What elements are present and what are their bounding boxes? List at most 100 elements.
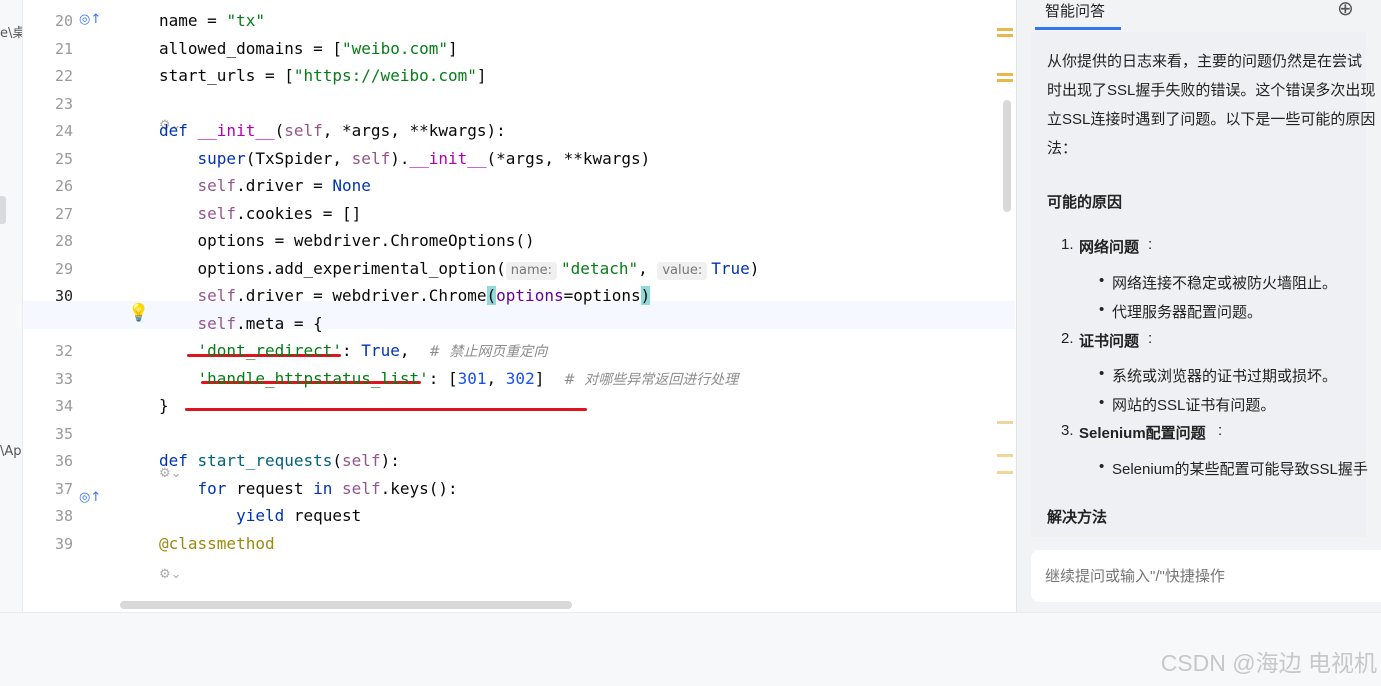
line-number: 29: [54, 259, 73, 278]
bullet-dot: •: [1099, 365, 1105, 382]
add-icon[interactable]: ⊕: [1337, 0, 1354, 20]
code-token: 301: [457, 368, 487, 388]
line-number: 33: [54, 369, 73, 388]
scroll-marker: [997, 471, 1013, 474]
run-gutter-icon[interactable]: ◎↑: [79, 490, 101, 505]
bullet-dot: •: [1099, 301, 1105, 318]
code-token: .keys():: [380, 478, 458, 498]
answer-paragraph-line: 时出现了SSL握手失败的错误。这个错误多次出现: [1047, 82, 1376, 99]
scroll-marker: [997, 454, 1013, 457]
prompt-input[interactable]: [1043, 567, 1377, 586]
path-fragment: e\桌: [0, 26, 23, 41]
code-token: , *args, **kwargs):: [322, 121, 506, 140]
code-token: ,: [486, 368, 506, 388]
code-line: self.driver = None: [159, 176, 371, 196]
code-token: (: [332, 451, 343, 470]
bullet-dot: •: [1099, 394, 1105, 411]
code-token: (: [274, 121, 285, 140]
code-token: None: [332, 176, 371, 195]
code-line: }: [159, 396, 169, 416]
line-number: 37: [54, 479, 73, 498]
line-number: 35: [54, 424, 73, 443]
code-token: True: [711, 258, 750, 278]
code-editor[interactable]: 2021222324252627282930313233343536373839…: [23, 0, 1015, 612]
horizontal-scrollbar[interactable]: [120, 601, 572, 609]
bullet-dot: •: [1099, 458, 1105, 475]
code-token: self: [284, 121, 323, 140]
line-number: 20: [54, 12, 73, 30]
code-token: for: [197, 478, 227, 498]
left-tool-strip: e\桌 \Ap: [0, 0, 23, 612]
code-token: __init__: [197, 121, 275, 140]
colon: :: [1148, 330, 1153, 347]
section-heading: 可能的原因: [1047, 194, 1123, 211]
code-token: ):: [380, 451, 400, 470]
scroll-marker: [997, 73, 1013, 76]
code-token: start_urls = [: [159, 66, 294, 85]
list-item-title: 证书问题: [1079, 333, 1140, 350]
code-token: start_requests: [197, 451, 333, 470]
scroll-marker: [997, 79, 1013, 82]
line-number: 26: [54, 177, 73, 195]
code-token: request: [284, 506, 362, 525]
code-line: for request in self.keys():: [159, 479, 458, 499]
code-token: (TxSpider,: [245, 148, 352, 168]
code-token: (: [486, 286, 497, 305]
code-line: def __init__(self, *args, **kwargs):: [159, 121, 506, 141]
code-token: request: [226, 478, 314, 498]
line-number: 38: [54, 507, 73, 525]
code-line: def start_requests(self):: [159, 451, 400, 471]
code-token: .cookies = []: [236, 203, 362, 223]
code-line: yield request: [159, 506, 361, 526]
code-line: 'handle_httpstatus_list': [301, 302] # 对…: [159, 368, 739, 390]
line-number: 39: [54, 534, 73, 553]
tab-assistant[interactable]: 智能问答: [1045, 0, 1105, 21]
vertical-scrollbar[interactable]: [1003, 100, 1011, 212]
code-token: (*args, **kwargs): [486, 148, 651, 168]
code-token: "weibo.com": [342, 38, 448, 58]
run-gutter-icon[interactable]: ◎↑: [79, 12, 101, 27]
lightbulb-icon[interactable]: 💡: [128, 303, 149, 323]
line-number: 21: [54, 39, 73, 58]
active-tab-indicator: [1035, 27, 1121, 30]
bullet-dot: •: [1099, 272, 1105, 289]
bullet-text: 网站的SSL证书有问题。: [1112, 397, 1276, 414]
code-token: : [: [428, 368, 458, 388]
bullet-text: 系统或浏览器的证书过期或损坏。: [1112, 368, 1338, 385]
code-line: @classmethod: [159, 534, 275, 554]
parameter-hint: value:: [657, 261, 708, 280]
line-number: 24: [54, 122, 73, 140]
bullet-text: Selenium的某些配置可能导致SSL握手: [1112, 461, 1368, 478]
code-token: ]: [534, 368, 564, 388]
code-token: self: [197, 286, 237, 305]
answer-paragraph-line: 从你提供的日志来看，主要的问题仍然是在尝试: [1047, 53, 1363, 70]
code-line: 'dont_redirect': True, # 禁止网页重定向: [159, 341, 548, 362]
code-token: def: [159, 451, 198, 470]
code-token: # 禁止网页重定向: [428, 344, 548, 360]
scroll-marker: [997, 34, 1013, 37]
code-line: options = webdriver.ChromeOptions(): [159, 231, 535, 251]
code-token: # 对哪些异常返回进行处理: [563, 371, 739, 388]
ai-assistant-panel: 智能问答 ⊕ 从你提供的日志来看，主要的问题仍然是在尝试 时出现了SSL握手失败的…: [1016, 0, 1381, 612]
path-fragment: \Ap: [0, 444, 22, 459]
scroll-marker: [997, 421, 1013, 424]
code-token: :: [342, 341, 362, 360]
code-token: ).: [390, 148, 410, 168]
code-token: True: [361, 341, 400, 360]
code-token: in: [313, 478, 333, 498]
code-token: options = webdriver.ChromeOptions(): [159, 231, 535, 250]
code-token: .meta = {: [236, 313, 323, 333]
code-token: yield: [236, 506, 285, 525]
bullet-text: 网络连接不稳定或被防火墙阻止。: [1112, 275, 1338, 292]
code-token: def: [159, 121, 198, 140]
code-token: ,: [638, 258, 658, 278]
ai-suggest-icon[interactable]: ⚙⌄: [159, 567, 182, 582]
code-token: options.add_experimental_option(: [159, 258, 506, 278]
code-token: .driver = webdriver.Chrome: [236, 286, 487, 305]
